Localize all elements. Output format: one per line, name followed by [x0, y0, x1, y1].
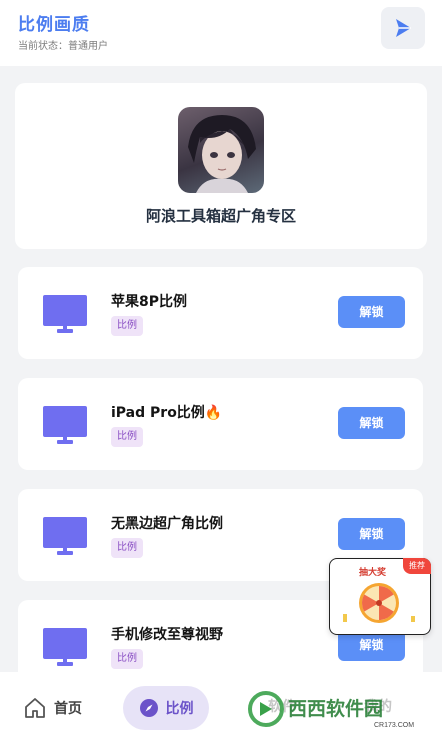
tab-home[interactable]: 首页: [24, 692, 82, 724]
avatar: [178, 107, 264, 193]
monitor-icon: [43, 406, 87, 444]
card-tag: 比例: [111, 538, 143, 558]
card-title: 无黑边超广角比例: [111, 516, 223, 532]
card-tag: 比例: [111, 649, 143, 669]
ratio-card: 苹果8P比例 比例 解锁: [18, 267, 423, 359]
unlock-button[interactable]: 解锁: [338, 407, 405, 439]
ratio-card: iPad Pro比例🔥 比例 解锁: [18, 378, 423, 470]
home-icon: [25, 698, 45, 718]
monitor-icon: [43, 628, 87, 666]
share-button[interactable]: [381, 7, 425, 49]
banner-title: 阿浪工具箱超广角专区: [145, 207, 296, 225]
prize-wheel-icon: [343, 583, 415, 623]
card-tag: 比例: [111, 316, 143, 336]
tab-home-label: 首页: [54, 701, 82, 717]
svg-text:CR173.COM: CR173.COM: [374, 722, 414, 729]
unlock-button[interactable]: 解锁: [338, 518, 405, 550]
card-tag: 比例: [111, 427, 143, 447]
card-title: 苹果8P比例: [111, 294, 188, 310]
tab-ratio[interactable]: 比例: [123, 686, 209, 730]
compass-icon: [139, 699, 158, 717]
app-header: 比例画质 当前状态：普通用户: [0, 0, 442, 66]
play-share-icon: [396, 19, 411, 37]
card-title: 手机修改至尊视野: [111, 627, 223, 643]
svg-text:西西软件园: 西西软件园: [288, 697, 383, 720]
card-title: iPad Pro比例🔥: [111, 405, 223, 421]
monitor-icon: [43, 295, 87, 333]
monitor-icon: [43, 517, 87, 555]
unlock-button[interactable]: 解锁: [338, 296, 405, 328]
bottom-tab-bar: 首页 比例 软件 我的 西西软件园 CR173.COM: [0, 672, 442, 745]
profile-banner: 阿浪工具箱超广角专区: [15, 83, 427, 249]
page-title: 比例画质: [18, 15, 90, 35]
lottery-popup[interactable]: 推荐 抽大奖: [329, 558, 431, 635]
tab-ratio-label: 比例: [165, 701, 194, 717]
watermark-logo: 西西软件园 CR173.COM: [248, 691, 414, 729]
user-status: 当前状态：普通用户: [18, 41, 108, 52]
